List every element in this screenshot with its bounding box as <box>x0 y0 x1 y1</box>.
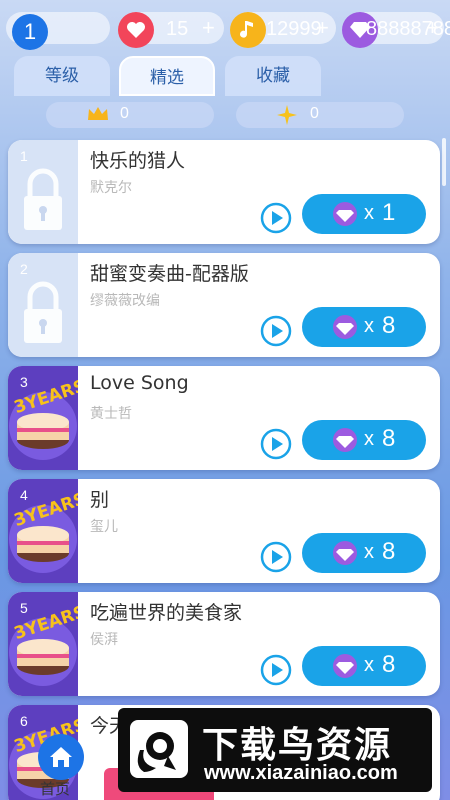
song-title: 别 <box>90 489 110 511</box>
diamond-cost: 8 <box>382 538 396 565</box>
multiply-sign: x <box>364 315 374 337</box>
bird-logo-icon <box>130 720 188 778</box>
play-preview-icon[interactable] <box>260 654 292 686</box>
song-thumbnail: 1 <box>8 140 78 244</box>
song-artist: 缪薇薇改编 <box>90 293 160 309</box>
song-thumbnail: 3YEARS 5 <box>8 592 89 696</box>
add-diamonds-button[interactable]: + <box>426 15 439 41</box>
play-preview-icon[interactable] <box>260 202 292 234</box>
song-rank: 1 <box>20 148 28 164</box>
song-artist: 黄士哲 <box>90 406 132 422</box>
song-title: 甜蜜变奏曲-配器版 <box>90 263 249 285</box>
song-card[interactable]: 3YEARS 5 吃遍世界的美食家 侯湃 x 8 <box>8 592 440 696</box>
level-pill: 1 <box>6 12 110 50</box>
star-count: 0 <box>310 105 319 122</box>
diamond-icon <box>333 202 357 226</box>
song-rank: 6 <box>20 713 28 729</box>
diamond-cost: 8 <box>382 425 396 452</box>
diamond-cost: 8 <box>382 651 396 678</box>
notes-pill[interactable]: 12999 + <box>230 12 336 48</box>
sparkle-icon <box>276 104 298 130</box>
buy-with-diamonds-button[interactable]: x8 <box>302 646 426 686</box>
crown-icon <box>86 104 110 128</box>
song-card[interactable]: 3YEARS 4 别玺儿 x 8 <box>8 479 440 583</box>
watermark-url: www.xiazainiao.com <box>204 762 398 784</box>
notes-count: 12999 <box>266 18 322 40</box>
heart-icon <box>118 12 154 48</box>
tab-favorites[interactable]: 收藏 <box>225 56 321 96</box>
song-title: 吃遍世界的美食家 <box>90 602 243 624</box>
level-badge: 1 <box>12 14 48 50</box>
anniversary-cake-icon: 3YEARS <box>8 366 89 470</box>
lock-icon <box>24 281 62 343</box>
diamond-cost: 1 <box>382 199 396 226</box>
diamond-icon <box>333 428 357 452</box>
buy-with-diamonds-button[interactable]: x8 <box>302 533 426 573</box>
tab-featured[interactable]: 精选 <box>119 56 215 96</box>
top-bar: 1 15 + 12999 + 88888788 + <box>0 8 450 50</box>
anniversary-cake-icon: 3YEARS <box>8 479 89 583</box>
lives-count: 15 <box>166 18 189 40</box>
song-artist: 侯湃 <box>90 632 118 648</box>
song-thumbnail: 2 <box>8 253 78 357</box>
play-preview-icon[interactable] <box>260 315 292 347</box>
song-card[interactable]: 1 快乐的猎人 默克尔 x 1 <box>8 140 440 244</box>
song-thumbnail: 3YEARS 3 <box>8 366 89 470</box>
song-title: Love Song <box>90 372 189 394</box>
multiply-sign: x <box>364 202 374 224</box>
buy-with-diamonds-button[interactable]: x1 <box>302 194 426 234</box>
add-notes-button[interactable]: + <box>316 15 329 41</box>
home-button[interactable] <box>38 734 84 780</box>
watermark-title: 下载鸟资源 <box>202 725 393 766</box>
scrollbar[interactable] <box>442 138 446 186</box>
star-stat: 0 <box>236 102 404 128</box>
lives-pill[interactable]: 15 + <box>118 12 224 48</box>
home-label: 首页 <box>40 780 71 798</box>
diamond-icon <box>333 315 357 339</box>
multiply-sign: x <box>364 654 374 676</box>
crown-stat: 0 <box>46 102 214 128</box>
crown-count: 0 <box>120 105 129 122</box>
multiply-sign: x <box>364 541 374 563</box>
song-artist: 玺儿 <box>90 519 118 535</box>
song-thumbnail: 3YEARS 4 <box>8 479 89 583</box>
song-rank: 5 <box>20 600 28 616</box>
song-title: 快乐的猎人 <box>90 150 186 172</box>
diamond-cost: 8 <box>382 312 396 339</box>
music-note-icon <box>230 12 266 48</box>
play-preview-icon[interactable] <box>260 541 292 573</box>
diamond-icon <box>333 541 357 565</box>
song-rank: 4 <box>20 487 28 503</box>
song-rank: 2 <box>20 261 28 277</box>
diamond-icon <box>333 654 357 678</box>
song-artist: 默克尔 <box>90 180 132 196</box>
play-preview-icon[interactable] <box>260 428 292 460</box>
buy-with-diamonds-button[interactable]: x8 <box>302 307 426 347</box>
lock-icon <box>24 168 62 230</box>
add-lives-button[interactable]: + <box>202 15 215 41</box>
home-icon <box>50 747 72 767</box>
anniversary-cake-icon: 3YEARS <box>8 592 89 696</box>
diamonds-pill[interactable]: 88888788 + <box>342 12 450 48</box>
buy-with-diamonds-button[interactable]: x8 <box>302 420 426 460</box>
tab-level[interactable]: 等级 <box>14 56 110 96</box>
song-rank: 3 <box>20 374 28 390</box>
song-card[interactable]: 3YEARS 3 Love Song 黄士哲 x 8 <box>8 366 440 470</box>
song-card[interactable]: 2 甜蜜变奏曲-配器版缪薇薇改编 x 8 <box>8 253 440 357</box>
multiply-sign: x <box>364 428 374 450</box>
watermark-banner: 下载鸟资源 www.xiazainiao.com <box>118 708 432 792</box>
